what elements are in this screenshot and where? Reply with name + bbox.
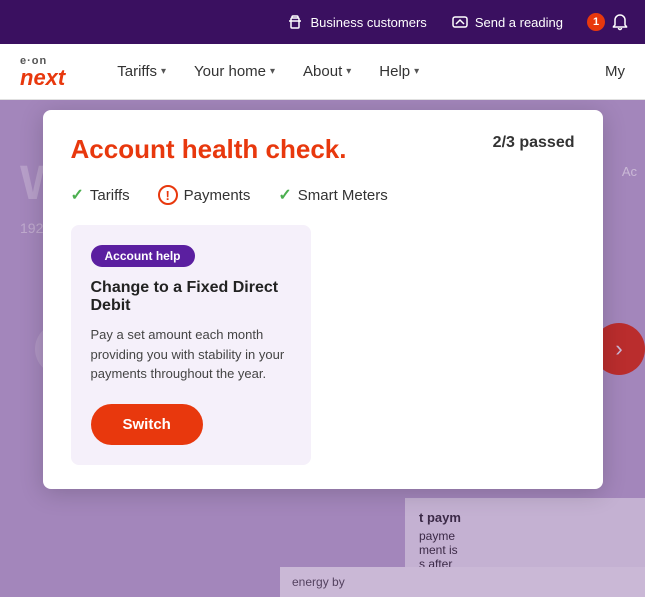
rec-description: Pay a set amount each month providing yo… [91,325,291,384]
logo-next: next [20,67,65,89]
your-home-label: Your home [194,63,266,80]
meter-icon [451,13,469,31]
health-checks-row: ✓ Tariffs ! Payments ✓ Smart Meters [71,185,575,205]
modal-overlay: Account health check. 2/3 passed ✓ Tarif… [0,100,645,597]
health-check-card: Account health check. 2/3 passed ✓ Tarif… [43,110,603,489]
help-label: Help [379,63,410,80]
notification-count: 1 [587,13,605,31]
rec-badge: Account help [91,245,195,267]
nav-tariffs[interactable]: Tariffs ▾ [105,55,178,88]
business-customers-label: Business customers [310,15,426,30]
about-label: About [303,63,342,80]
send-reading-link[interactable]: Send a reading [451,13,563,31]
about-chevron-icon: ▾ [346,66,351,77]
nav-items: Tariffs ▾ Your home ▾ About ▾ Help ▾ [105,55,605,88]
top-bar: Business customers Send a reading 1 [0,0,645,44]
health-check-title: Account health check. [71,134,347,165]
main-nav: e·on next Tariffs ▾ Your home ▾ About ▾ … [0,44,645,100]
tariffs-label: Tariffs [117,63,157,80]
tariffs-chevron-icon: ▾ [161,66,166,77]
rec-title: Change to a Fixed Direct Debit [91,279,291,315]
recommendation-card: Account help Change to a Fixed Direct De… [71,225,311,465]
smart-meters-check-icon: ✓ [278,185,291,205]
my-label: My [605,63,625,80]
help-chevron-icon: ▾ [414,66,419,77]
business-customers-link[interactable]: Business customers [286,13,426,31]
payments-warning-icon: ! [158,185,178,205]
payments-check-label: Payments [184,187,251,204]
check-tariffs: ✓ Tariffs [71,185,130,205]
nav-about[interactable]: About ▾ [291,55,363,88]
check-smart-meters: ✓ Smart Meters [278,185,387,205]
tariffs-check-icon: ✓ [71,185,84,205]
nav-help[interactable]: Help ▾ [367,55,431,88]
nav-my[interactable]: My [605,63,625,80]
bell-icon [611,13,629,31]
send-reading-label: Send a reading [475,15,563,30]
nav-your-home[interactable]: Your home ▾ [182,55,287,88]
smart-meters-check-label: Smart Meters [298,187,388,204]
your-home-chevron-icon: ▾ [270,66,275,77]
tariffs-check-label: Tariffs [90,187,130,204]
switch-button[interactable]: Switch [91,404,203,445]
health-passed-count: 2/3 passed [493,134,575,152]
health-card-header: Account health check. 2/3 passed [71,134,575,165]
notification-bell[interactable]: 1 [587,13,629,31]
page-background: Wo 192 G Ac ‹ › t paym payme ment is s a… [0,100,645,597]
briefcase-icon [286,13,304,31]
check-payments: ! Payments [158,185,251,205]
logo[interactable]: e·on next [20,55,65,89]
